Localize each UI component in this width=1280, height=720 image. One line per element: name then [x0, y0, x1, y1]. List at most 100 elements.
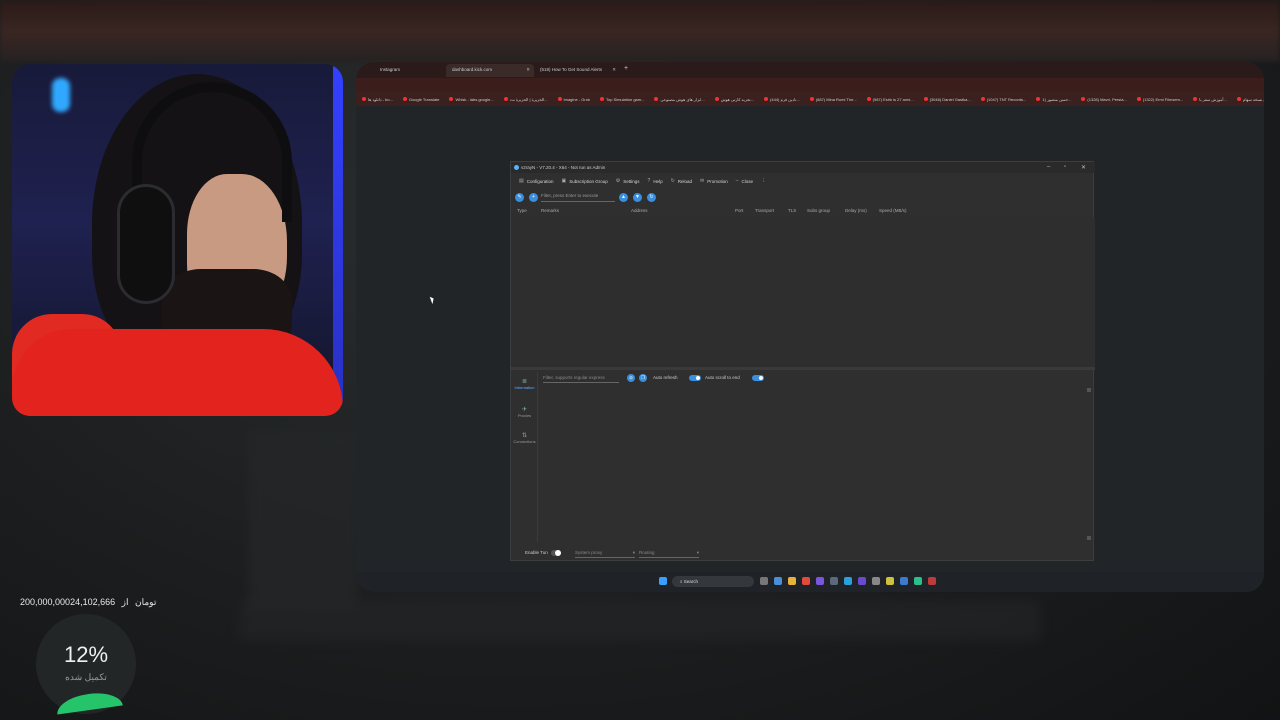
column-header[interactable]: Delay (ms) [845, 208, 867, 213]
server-toolbar: ✎ + Filter, press Enter to execute ▲ ▼ ↻ [511, 190, 1095, 204]
bookmark-label: (1322) Ermi Filmsem... [1142, 96, 1184, 102]
chevron-down-icon: ▾ [632, 550, 635, 555]
browser-tab[interactable]: Instagram ✕ [374, 64, 454, 77]
bookmark-item[interactable]: الجزیرة | الجزیرة نت... [503, 95, 548, 103]
add-icon[interactable]: + [529, 193, 538, 202]
bookmark-item[interactable]: دانلود ها - bo... [362, 95, 393, 103]
bookmark-item[interactable]: Imagine - Grok [557, 95, 590, 103]
browser-tab-active[interactable]: dashboard.kick.com ✕ [446, 64, 534, 77]
bookmark-item[interactable]: (3046) Daniel Gastka... [923, 95, 971, 103]
windows-taskbar: ⌕ Search [356, 572, 1264, 592]
menu-item[interactable]: ⚙ Settings [616, 178, 640, 184]
close-window-icon[interactable]: ✕ [1081, 164, 1086, 171]
menu-item[interactable]: ↻ Reload [671, 178, 692, 184]
bookmark-item[interactable]: (1047) TNT Records... [980, 95, 1026, 103]
bookmark-item[interactable]: (444) نادین فرم... [764, 95, 800, 103]
app-icon[interactable] [914, 577, 922, 585]
browser-tab[interactable]: (518) How To Get Sound Alerts ✕ [534, 64, 620, 77]
chrome-icon[interactable] [802, 577, 810, 585]
copy-log-icon[interactable]: ❐ [639, 374, 647, 382]
column-header[interactable]: Remarks [541, 208, 559, 213]
menu-item[interactable]: ✉ Promotion [700, 178, 728, 184]
rail-item-connections[interactable]: ⇅ Connections [511, 432, 538, 444]
file-explorer-icon[interactable] [788, 577, 796, 585]
close-icon[interactable]: ✕ [612, 67, 616, 73]
refresh-icon[interactable]: ↻ [647, 193, 656, 202]
v2rayn-taskbar-icon[interactable] [774, 577, 782, 585]
headphones [117, 184, 175, 304]
auto-scroll-toggle[interactable] [752, 375, 764, 381]
more-options-icon[interactable]: ⋮ [761, 178, 766, 184]
minimize-icon[interactable]: – [1047, 164, 1050, 170]
telegram-icon[interactable] [844, 577, 852, 585]
column-header[interactable]: Subs group [807, 208, 830, 213]
routing-select[interactable]: Routing ▾ [639, 550, 699, 558]
app-icon[interactable] [816, 577, 824, 585]
bookmark-favicon-icon [557, 97, 562, 101]
app-icon[interactable] [928, 577, 936, 585]
bookmark-favicon-icon [809, 97, 814, 101]
address-bar[interactable] [356, 78, 1264, 92]
column-header[interactable]: Port [735, 208, 743, 213]
move-down-icon[interactable]: ▼ [633, 193, 642, 202]
bookmark-item[interactable]: Google Translate [402, 95, 439, 103]
bookmark-item[interactable]: آموزش سفر با... [1193, 95, 1227, 103]
donation-progress: 12% تکمیل شده [36, 614, 136, 715]
chevron-down-icon: ▾ [696, 550, 699, 555]
column-header[interactable]: Transport [755, 208, 774, 213]
menu-item[interactable]: ? Help [648, 178, 663, 184]
configuration-icon: ▤ [519, 178, 524, 184]
bookmark-item[interactable]: تجربه کارتی هوش... [714, 95, 754, 103]
menu-item[interactable]: – Close [736, 178, 753, 184]
system-proxy-value: System proxy [575, 550, 603, 555]
app-icon[interactable] [900, 577, 908, 585]
app-icon[interactable] [886, 577, 894, 585]
bookmark-item[interactable]: (887) Mina Rumi The... [809, 95, 857, 103]
menu-item[interactable]: ▣ Subscription Group [562, 178, 608, 184]
bookmark-item[interactable]: ابزار های هوش مصنوعی... [654, 95, 705, 103]
bookmark-favicon-icon [654, 97, 659, 101]
server-filter-input[interactable]: Filter, press Enter to execute [541, 193, 615, 202]
stream-scene: 200,000,000تومان از 24,102,666 12% تکمیل… [0, 0, 1280, 720]
rail-item-information[interactable]: ≣ Information [511, 378, 538, 390]
window-titlebar[interactable]: v2rayN - V7.20.4 - X64 - Not run as Admi… [511, 162, 1095, 173]
auto-refresh-toggle[interactable] [689, 375, 701, 381]
clear-log-icon[interactable]: ⊘ [627, 374, 635, 382]
close-icon[interactable]: ✕ [526, 67, 530, 73]
column-header[interactable]: Address [631, 208, 648, 213]
system-proxy-select[interactable]: System proxy ▾ [575, 550, 635, 558]
column-header[interactable]: Type [517, 208, 527, 213]
pane-splitter[interactable] [511, 367, 1095, 370]
log-filter-input[interactable]: Filter, supports regular express [543, 375, 619, 383]
enable-tun-toggle[interactable] [551, 550, 561, 556]
bookmark-label: این بازی نسخه سهام... [1242, 96, 1264, 102]
app-icon[interactable] [830, 577, 838, 585]
move-up-icon[interactable]: ▲ [619, 193, 628, 202]
taskbar-search[interactable]: ⌕ Search [672, 576, 754, 587]
app-icon[interactable] [858, 577, 866, 585]
rail-item-proxies[interactable]: ✈ Proxies [511, 406, 538, 418]
shared-screen: Instagram ✕ dashboard.kick.com ✕ (518) H… [356, 62, 1264, 592]
bookmark-item[interactable]: حسن منصور (1... [1036, 95, 1071, 103]
maximize-icon[interactable]: ▫ [1064, 164, 1066, 170]
bookmark-label: حسن منصور (1... [1042, 96, 1072, 102]
start-icon[interactable] [659, 577, 667, 585]
server-table-body[interactable] [511, 217, 1095, 367]
bookmark-item[interactable]: Top Simulation gam... [599, 95, 644, 103]
app-icon[interactable] [872, 577, 880, 585]
column-header[interactable]: Speed (MB/s) [879, 208, 907, 213]
promotion-icon: ✉ [700, 178, 705, 184]
scrollbar-down[interactable] [1087, 536, 1091, 540]
main-menu: ▤ Configuration ▣ Subscription Group ⚙ Settin… [511, 174, 1095, 188]
edit-icon[interactable]: ✎ [515, 193, 524, 202]
column-header[interactable]: TLS [788, 208, 796, 213]
bookmark-item[interactable]: (1328) Mavri, Persia... [1081, 95, 1127, 103]
bookmark-item[interactable]: (987) Eshk is 27 anni... [866, 95, 914, 103]
menu-item[interactable]: ▤ Configuration [519, 178, 554, 184]
bookmark-item[interactable]: Whisk - labs.google... [449, 95, 494, 103]
task-view-icon[interactable] [760, 577, 768, 585]
new-tab-icon[interactable]: + [624, 65, 628, 72]
bookmark-item[interactable]: (1322) Ermi Filmsem... [1136, 95, 1184, 103]
scrollbar-up[interactable] [1087, 388, 1091, 392]
bookmark-item[interactable]: این بازی نسخه سهام... [1236, 95, 1264, 103]
